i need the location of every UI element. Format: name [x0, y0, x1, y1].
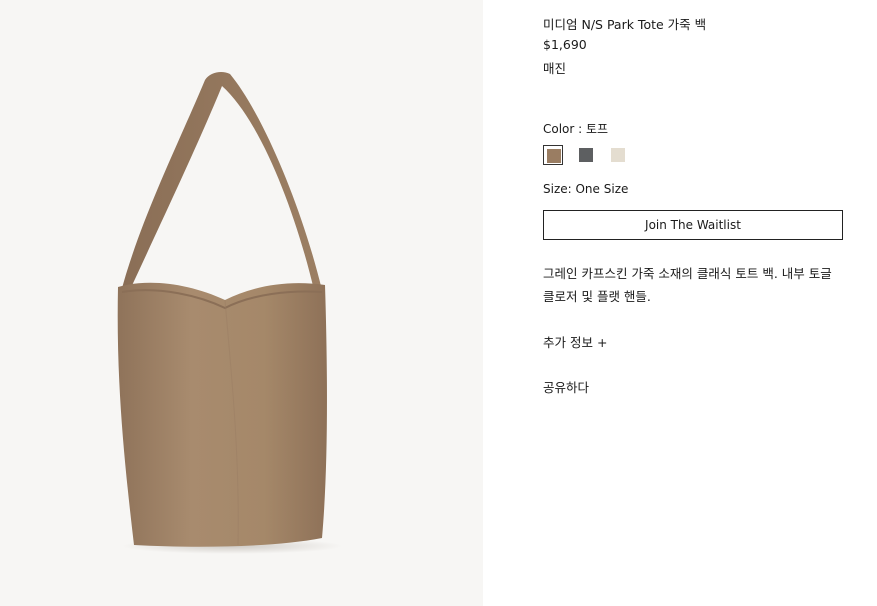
share-link[interactable]: 공유하다 — [543, 377, 589, 396]
more-info-toggle[interactable]: 추가 정보 + — [543, 332, 607, 351]
product-image-panel — [0, 0, 483, 606]
product-description: 그레인 카프스킨 가죽 소재의 클래식 토트 백. 내부 토글 클로저 및 플랫… — [543, 266, 832, 304]
product-price: $1,690 — [543, 37, 587, 52]
color-swatches — [543, 145, 663, 165]
join-waitlist-button[interactable]: Join The Waitlist — [543, 210, 843, 240]
swatch-chip — [547, 149, 561, 163]
color-label: Color : 토프 — [543, 122, 609, 136]
swatch-ivory[interactable] — [608, 145, 628, 165]
size-label: Size: One Size — [543, 182, 629, 196]
swatch-gray[interactable] — [576, 145, 596, 165]
tote-bag-image — [117, 72, 342, 554]
swatch-chip — [579, 148, 593, 162]
product-title: 미디엄 N/S Park Tote 가죽 백 — [543, 17, 707, 32]
swatch-chip — [611, 148, 625, 162]
swatch-taupe[interactable] — [543, 145, 563, 165]
stock-status: 매진 — [543, 61, 567, 76]
